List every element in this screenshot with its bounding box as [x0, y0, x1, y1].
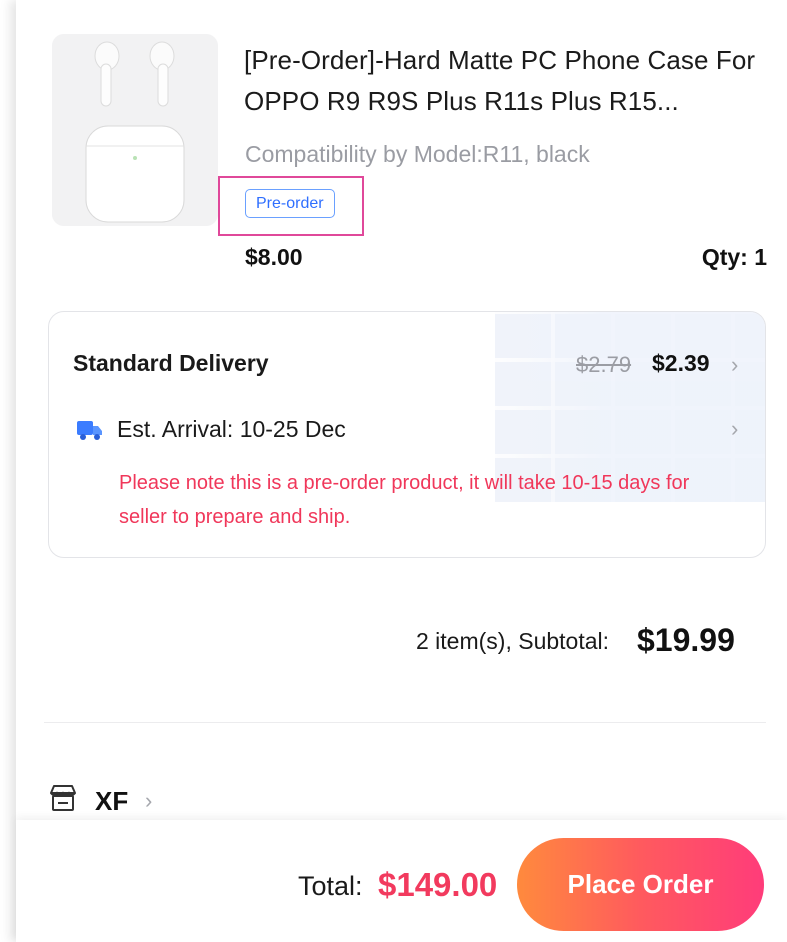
pre-order-note: Please note this is a pre-order product,… [119, 472, 690, 528]
product-image[interactable] [52, 34, 218, 226]
store-icon [50, 785, 76, 811]
product-price: $8.00 [245, 244, 303, 270]
divider [44, 722, 766, 723]
truck-icon [77, 421, 102, 440]
chevron-right-icon[interactable]: › [731, 352, 738, 378]
total-label: Total: [298, 871, 363, 901]
badge-highlight-box [218, 176, 364, 236]
delivery-new-price: $2.39 [652, 350, 710, 376]
delivery-old-price: $2.79 [576, 352, 632, 377]
subtotal-value: $19.99 [637, 622, 735, 658]
estimated-arrival[interactable]: Est. Arrival: 10-25 Dec [117, 416, 346, 443]
delivery-method[interactable]: Standard Delivery [73, 350, 269, 377]
product-quantity: Qty: 1 [701, 244, 767, 270]
chevron-right-icon[interactable]: › [145, 788, 152, 814]
delivery-card: Standard Delivery $2.79 $2.39 › Est. Arr… [48, 311, 766, 558]
chevron-right-icon[interactable]: › [731, 416, 738, 442]
place-order-button[interactable]: Place Order [517, 838, 764, 931]
earbuds-icon [52, 34, 218, 226]
total-value: $149.00 [378, 866, 498, 903]
subtotal-label: 2 item(s), Subtotal: [416, 628, 610, 654]
product-variant: Compatibility by Model:R11, black [245, 141, 590, 167]
product-title[interactable]: [Pre-Order]-Hard Matte PC Phone Case For… [244, 40, 764, 122]
store-name[interactable]: XF [95, 786, 128, 817]
